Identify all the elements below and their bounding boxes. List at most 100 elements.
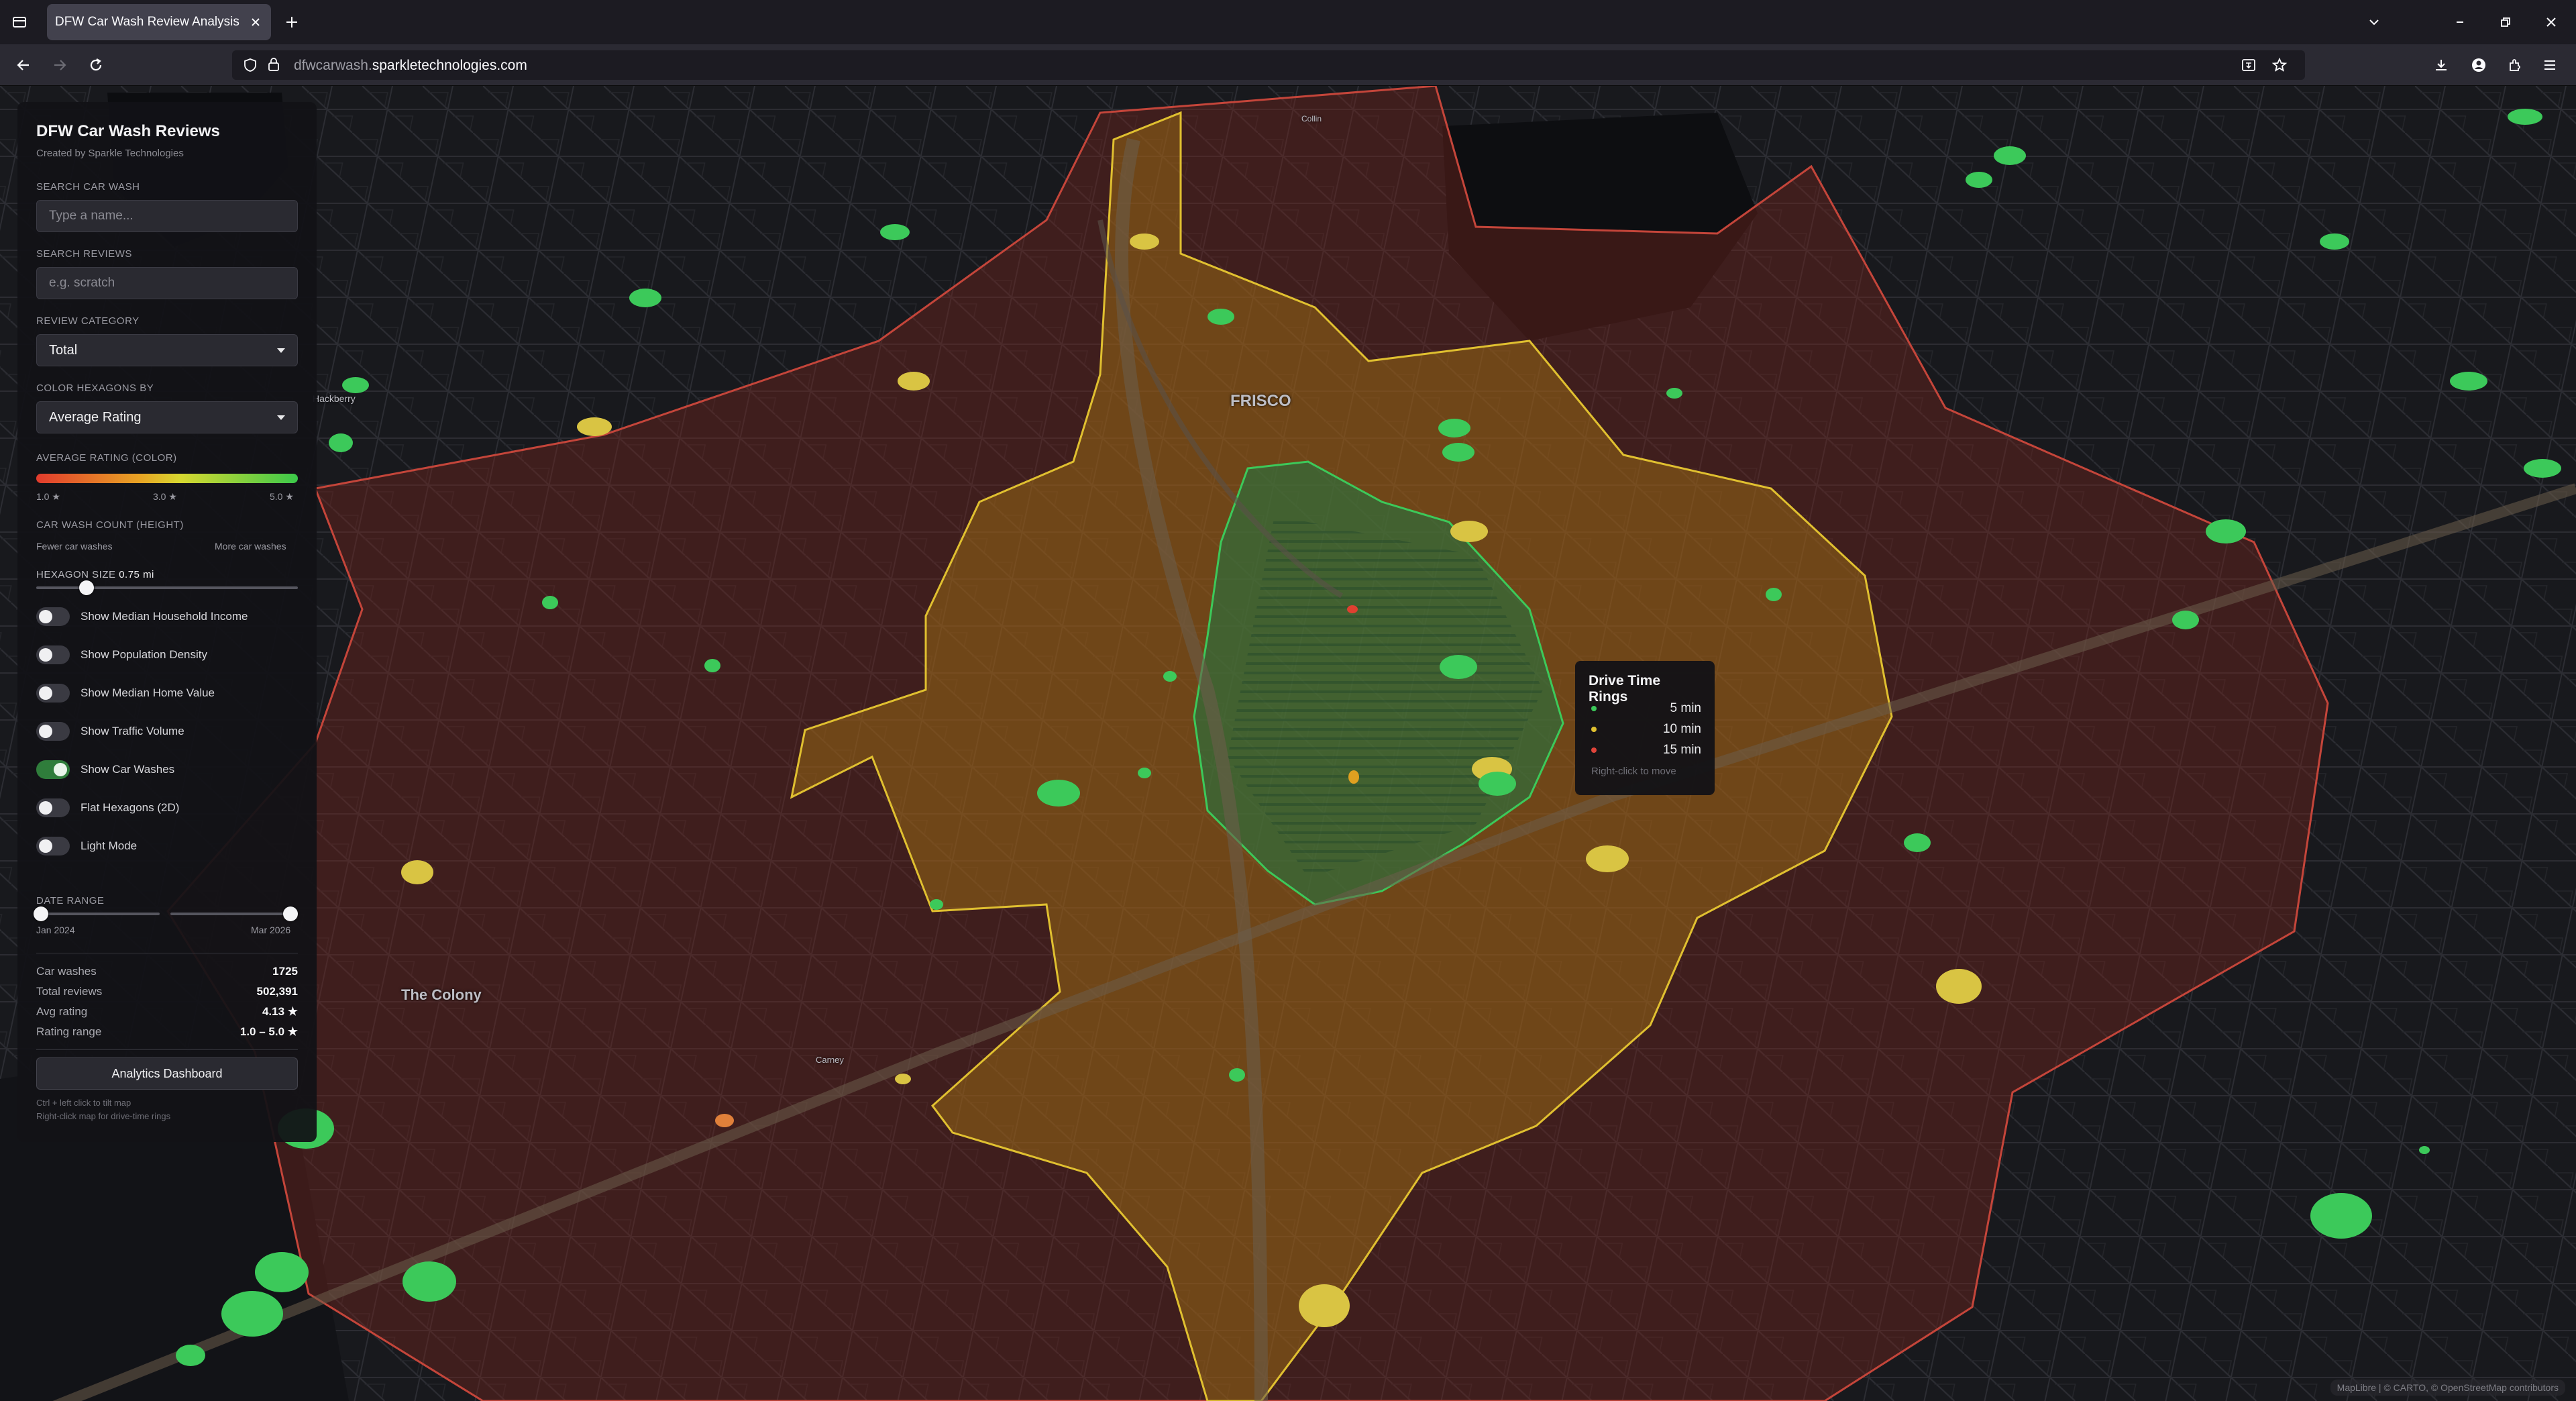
close-window-icon[interactable]: [2540, 11, 2563, 34]
toggle-switch[interactable]: [36, 760, 70, 779]
ring-row: 15 min: [1591, 741, 1701, 759]
date-start-handle[interactable]: [34, 906, 48, 921]
shield-icon[interactable]: [243, 58, 258, 76]
layer-toggle-row[interactable]: Show Car Washes: [36, 760, 174, 780]
ring-swatch: [1591, 747, 1597, 753]
toggle-knob: [39, 801, 52, 815]
download-icon[interactable]: [2428, 52, 2454, 78]
color-by-select[interactable]: Average Rating: [36, 401, 298, 433]
layer-toggle-row[interactable]: Light Mode: [36, 836, 137, 856]
browser-nav-bar: dfwcarwash.sparkletechnologies.com: [0, 44, 2576, 86]
date-end-label: Mar 2026: [251, 925, 291, 935]
hex-size-slider-handle[interactable]: [79, 580, 94, 595]
count-legend-label: CAR WASH COUNT (HEIGHT): [36, 519, 184, 531]
hex-size-label: HEXAGON SIZE 0.75 mi: [36, 569, 154, 580]
ring-label: 10 min: [1662, 722, 1701, 736]
browser-tab[interactable]: DFW Car Wash Review Analysis: [47, 4, 271, 40]
menu-icon[interactable]: [2537, 52, 2563, 78]
lock-icon[interactable]: [267, 57, 280, 75]
date-start-label: Jan 2024: [36, 925, 75, 935]
rating-color-gradient: [36, 474, 298, 483]
hex-size-label-text: HEXAGON SIZE: [36, 569, 116, 580]
account-icon[interactable]: [2466, 52, 2491, 78]
new-tab-icon[interactable]: [280, 11, 303, 34]
map-label-collin: Collin: [1301, 114, 1322, 123]
toggle-switch[interactable]: [36, 645, 70, 664]
toggle-switch[interactable]: [36, 722, 70, 741]
layer-toggle-row[interactable]: Show Traffic Volume: [36, 721, 184, 741]
stat-key: Avg rating: [36, 1005, 88, 1018]
reload-icon[interactable]: [83, 52, 109, 78]
layer-toggle-row[interactable]: Show Median Home Value: [36, 683, 215, 703]
review-category-value: Total: [49, 343, 78, 358]
stat-value: 4.13 ★: [262, 1005, 298, 1018]
ring-swatch: [1591, 706, 1597, 711]
rating-max-label: 5.0 ★: [270, 491, 294, 502]
color-by-value: Average Rating: [49, 410, 142, 425]
close-tab-icon[interactable]: [246, 12, 266, 32]
analytics-dashboard-button[interactable]: Analytics Dashboard: [36, 1057, 298, 1090]
minimize-icon[interactable]: [2449, 11, 2471, 34]
date-range-track-right[interactable]: [170, 913, 298, 915]
drive-time-rings-legend[interactable]: Drive Time Rings 5 min 10 min 15 min Right…: [1575, 661, 1715, 795]
toggle-label: Show Car Washes: [80, 763, 175, 776]
address-bar[interactable]: dfwcarwash.sparkletechnologies.com: [232, 50, 2305, 80]
rings-hint: Right-click to move: [1591, 766, 1676, 777]
layer-toggle-row[interactable]: Flat Hexagons (2D): [36, 798, 179, 818]
toggle-switch[interactable]: [36, 837, 70, 855]
toggle-knob: [39, 839, 52, 853]
date-end-handle[interactable]: [283, 906, 298, 921]
toggle-knob: [54, 763, 67, 776]
forward-icon[interactable]: [47, 52, 72, 78]
date-range-track-left[interactable]: [36, 913, 160, 915]
url-domain: sparkletechnologies.com: [372, 58, 527, 73]
color-by-label: COLOR HEXAGONS BY: [36, 382, 154, 394]
ring-row: 10 min: [1591, 721, 1701, 738]
url-prefix: dfwcarwash.: [294, 58, 372, 73]
drive-time-hint: Right-click map for drive-time rings: [36, 1111, 171, 1121]
stat-key: Total reviews: [36, 985, 103, 998]
tab-title: DFW Car Wash Review Analysis: [55, 15, 239, 29]
hex-size-slider[interactable]: [36, 586, 298, 589]
map-canvas[interactable]: FRISCO The Colony Hackberry Carney Colli…: [0, 86, 2576, 1401]
toggle-switch[interactable]: [36, 798, 70, 817]
map-layer: [0, 86, 2576, 1401]
fewer-car-washes-label: Fewer car washes: [36, 541, 113, 552]
restore-icon[interactable]: [2494, 11, 2517, 34]
control-panel: DFW Car Wash Reviews Created by Sparkle …: [17, 102, 317, 1142]
toggle-switch[interactable]: [36, 607, 70, 626]
toggle-knob: [39, 725, 52, 738]
stat-row: Car washes 1725: [36, 965, 298, 981]
stat-row: Rating range 1.0 – 5.0 ★: [36, 1025, 298, 1041]
bookmark-star-icon[interactable]: [2271, 57, 2288, 76]
stat-row: Total reviews 502,391: [36, 985, 298, 1001]
more-car-washes-label: More car washes: [215, 541, 286, 552]
extensions-icon[interactable]: [2502, 52, 2528, 78]
browser-tab-bar: DFW Car Wash Review Analysis: [0, 0, 2576, 44]
back-icon[interactable]: [11, 52, 36, 78]
chevron-down-icon[interactable]: [2363, 11, 2385, 34]
chevron-down-icon: [277, 348, 285, 353]
map-label-carney: Carney: [816, 1055, 844, 1065]
map-label-the-colony: The Colony: [401, 986, 482, 1003]
review-category-select[interactable]: Total: [36, 334, 298, 366]
chevron-down-icon: [277, 415, 285, 420]
map-label-hackberry: Hackberry: [313, 393, 356, 404]
search-reviews-label: SEARCH REVIEWS: [36, 248, 132, 260]
translate-icon[interactable]: [2241, 57, 2257, 76]
url-text: dfwcarwash.sparkletechnologies.com: [294, 58, 527, 74]
toggle-switch[interactable]: [36, 684, 70, 703]
layer-toggle-row[interactable]: Show Population Density: [36, 645, 207, 665]
toggle-label: Light Mode: [80, 839, 138, 852]
search-reviews-input[interactable]: [36, 267, 298, 299]
search-car-wash-input[interactable]: [36, 200, 298, 232]
stat-value: 1.0 – 5.0 ★: [239, 1025, 298, 1038]
toggle-label: Show Median Home Value: [80, 686, 215, 699]
panel-subtitle: Created by Sparkle Technologies: [36, 148, 184, 159]
layer-toggle-row[interactable]: Show Median Household Income: [36, 607, 248, 627]
tab-list-icon[interactable]: [9, 12, 30, 32]
date-range-label: DATE RANGE: [36, 895, 105, 906]
map-label-frisco: FRISCO: [1230, 392, 1291, 410]
toggle-knob: [39, 686, 52, 700]
map-attribution[interactable]: MapLibre | © CARTO, © OpenStreetMap cont…: [2330, 1380, 2565, 1396]
